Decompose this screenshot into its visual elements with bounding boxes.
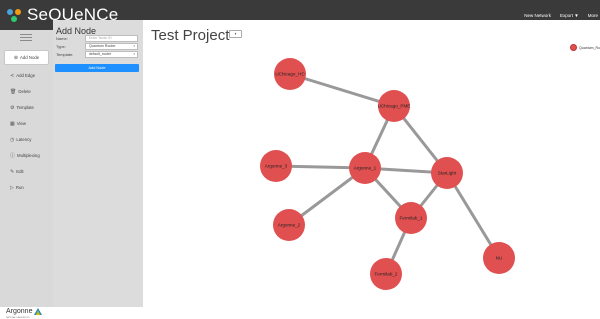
node-label: UChicago_PME: [378, 104, 411, 109]
sidebar-item-label: View: [16, 121, 26, 126]
sidebar-item-add-node[interactable]: ⊕ Add Node: [4, 50, 49, 65]
trash-icon: 🗑: [10, 88, 17, 95]
sidebar-item-multiplexing[interactable]: ⓘ Multiplexing: [4, 148, 49, 163]
graph-node[interactable]: NU: [483, 242, 515, 274]
chevron-down-icon: ▼: [574, 12, 579, 18]
graph-node[interactable]: Argonne_3: [260, 150, 292, 182]
export-label: Export: [559, 12, 573, 18]
sidebar-item-label: Run: [15, 185, 24, 190]
sidebar-item-delete[interactable]: 🗑 Delete: [4, 84, 49, 99]
menu-icon[interactable]: [20, 34, 32, 42]
sidebar-item-template[interactable]: ⚙ Template: [4, 100, 49, 115]
plus-circle-icon: ⊕: [13, 54, 19, 61]
argonne-logo-text: Argonne: [6, 308, 33, 315]
node-label: StarLight: [438, 171, 457, 176]
template-label: Template:: [56, 52, 74, 57]
share-icon: ≺: [10, 72, 15, 79]
sequence-logo-icon: [7, 9, 21, 22]
chevron-down-icon: ▾: [133, 52, 135, 56]
sidebar-item-label: Multiplexing: [17, 153, 40, 158]
graph-node[interactable]: UChicago_PME: [378, 90, 411, 122]
network-graph[interactable]: UChicago_HC UChicago_PME Argonne_3 Argonne_…: [143, 20, 600, 307]
node-type-value: Quantum Router: [89, 44, 116, 48]
argonne-triangle-icon: [34, 308, 43, 315]
sidebar-item-label: Delete: [18, 89, 31, 94]
name-label: Name:: [56, 36, 68, 41]
sidebar-item-edit[interactable]: ✎ Edit: [4, 164, 49, 179]
argonne-logo: Argonne: [6, 308, 43, 315]
sidebar-item-add-edge[interactable]: ≺ Add Edge: [4, 68, 49, 83]
template-value: default_router: [89, 52, 112, 56]
play-icon: ▷: [10, 184, 14, 191]
main-canvas: Test Project ⏵ Quantum_Ro UChicago_HC UCh…: [143, 20, 600, 307]
graph-node[interactable]: Argonne_1: [349, 152, 381, 184]
node-label: UChicago_HC: [275, 72, 305, 77]
graph-node[interactable]: Argonne_2: [273, 209, 305, 241]
info-circle-icon: ⓘ: [10, 153, 16, 159]
graph-node[interactable]: StarLight: [431, 157, 463, 189]
node-name-input[interactable]: Enter Node ID: [85, 35, 138, 42]
cog-icon: ⚙: [10, 104, 15, 111]
sidebar-item-label: Latency: [16, 137, 32, 142]
graph-node[interactable]: UChicago_HC: [274, 58, 306, 90]
node-type-select[interactable]: Quantum Router ▾: [85, 43, 138, 50]
sidebar-item-label: Template: [16, 105, 34, 110]
node-label: NU: [496, 256, 503, 261]
sidebar-item-latency[interactable]: ◷ Latency: [4, 132, 49, 147]
template-select[interactable]: default_router ▾: [85, 51, 138, 58]
graph-node[interactable]: Fermilab_2: [370, 258, 402, 290]
sidebar: ⊕ Add Node ≺ Add Edge 🗑 Delete ⚙ Template ▦ View ◷…: [0, 30, 53, 319]
node-label: Argonne_2: [278, 223, 301, 228]
more-menu[interactable]: More: [588, 13, 598, 18]
add-node-button[interactable]: Add Node: [55, 64, 139, 72]
node-label: Fermilab_2: [375, 272, 398, 277]
graph-node[interactable]: Fermilab_1: [395, 202, 427, 234]
node-label: Argonne_1: [354, 166, 377, 171]
node-label: Argonne_3: [265, 164, 288, 169]
edit-icon: ✎: [10, 168, 15, 175]
clock-icon: ◷: [10, 136, 15, 143]
sidebar-item-run[interactable]: ▷ Run: [4, 180, 49, 195]
table-icon: ▦: [10, 120, 15, 127]
node-label: Fermilab_1: [400, 216, 423, 221]
export-menu[interactable]: Export ▼: [560, 13, 579, 18]
sidebar-item-label: Edit: [16, 169, 24, 174]
type-label: Type:: [56, 44, 66, 49]
add-node-panel: Add Node Name: Enter Node ID Type: Quant…: [53, 20, 143, 307]
chevron-down-icon: ▾: [133, 44, 135, 48]
sidebar-item-label: Add Edge: [16, 73, 36, 78]
new-network-link[interactable]: New Network: [524, 13, 551, 18]
sidebar-item-label: Add Node: [20, 55, 40, 60]
sidebar-item-view[interactable]: ▦ View: [4, 116, 49, 131]
graph-edge[interactable]: [289, 72, 395, 108]
